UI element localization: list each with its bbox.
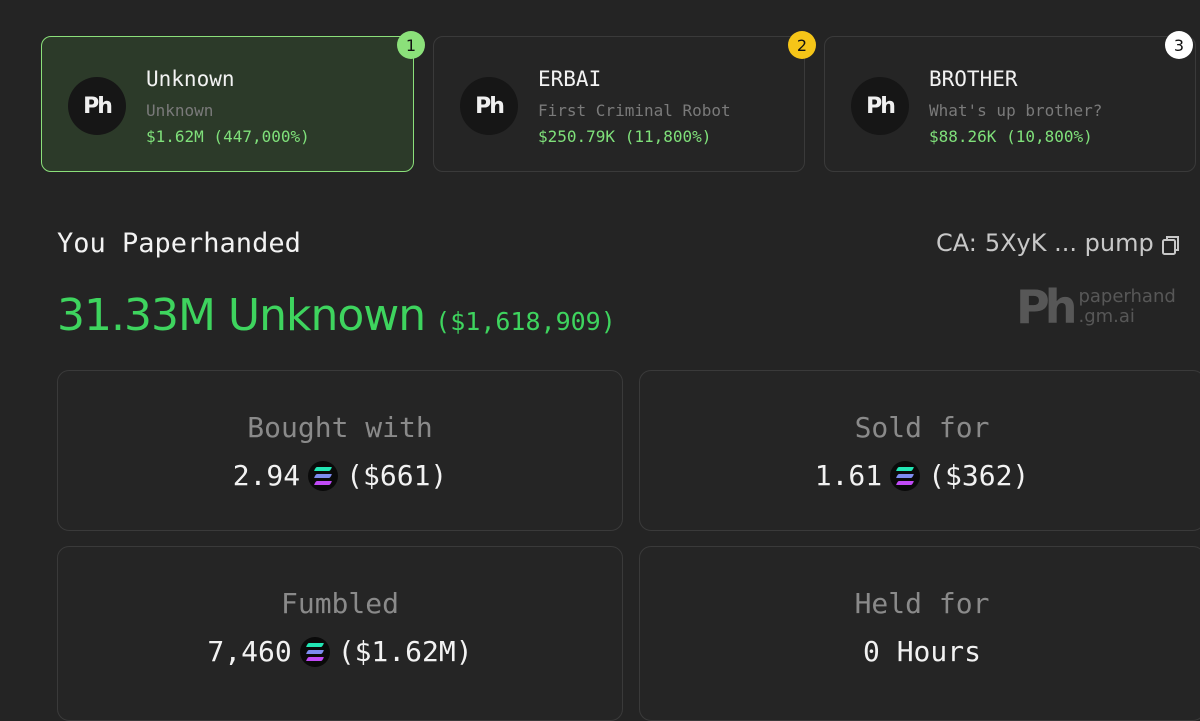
token-price: $250.79K (11,800%) bbox=[538, 127, 712, 146]
token-description: What's up brother? bbox=[929, 101, 1103, 120]
token-card-1[interactable]: Ph Unknown Unknown $1.62M (447,000%) 1 bbox=[41, 31, 425, 172]
contract-value: 5XyK ... pump bbox=[984, 229, 1154, 257]
token-card-2[interactable]: Ph ERBAI First Criminal Robot $250.79K (… bbox=[433, 31, 816, 172]
stat-label: Sold for bbox=[854, 411, 990, 444]
token-price: $1.62M (447,000%) bbox=[146, 127, 310, 146]
brand-watermark: Ph paperhand .gm.ai bbox=[1016, 280, 1176, 334]
token-name: Unknown bbox=[146, 67, 235, 91]
usd-amount: ($661) bbox=[346, 459, 448, 492]
solana-icon bbox=[890, 460, 921, 491]
stat-label: Held for bbox=[854, 587, 990, 620]
usd-amount: ($1.62M) bbox=[337, 635, 473, 668]
rank-badge: 1 bbox=[397, 31, 425, 59]
contract-address[interactable]: CA: 5XyK ... pump bbox=[936, 229, 1180, 257]
solana-icon bbox=[308, 460, 339, 491]
paperhanded-usd: ($1,618,909) bbox=[435, 307, 616, 336]
stat-label: Bought with bbox=[247, 411, 433, 444]
rank-badge: 3 bbox=[1165, 31, 1193, 59]
sol-amount: 2.94 bbox=[232, 459, 301, 492]
held-duration: 0 Hours bbox=[862, 635, 981, 668]
brand-name: paperhand bbox=[1078, 286, 1176, 307]
stat-label: Fumbled bbox=[280, 587, 399, 620]
token-description: First Criminal Robot bbox=[538, 101, 731, 120]
stat-value: 7,460 ($1.62M) bbox=[58, 635, 622, 668]
stat-value: 2.94 ($661) bbox=[58, 459, 622, 492]
token-name: BROTHER bbox=[929, 67, 1018, 91]
page-heading: You Paperhanded bbox=[57, 228, 301, 259]
rank-badge: 2 bbox=[788, 31, 816, 59]
sol-amount: 1.61 bbox=[814, 459, 883, 492]
token-logo: Ph bbox=[460, 77, 518, 135]
paperhanded-amount: 31.33M Unknown bbox=[57, 290, 426, 341]
token-logo: Ph bbox=[851, 77, 909, 135]
token-name: ERBAI bbox=[538, 67, 602, 91]
token-description: Unknown bbox=[146, 101, 214, 120]
stat-value: 1.61 ($362) bbox=[640, 459, 1200, 492]
token-price: $88.26K (10,800%) bbox=[929, 127, 1093, 146]
solana-icon bbox=[299, 636, 330, 667]
token-card-3[interactable]: Ph BROTHER What's up brother? $88.26K (1… bbox=[824, 31, 1196, 172]
stat-sold-for: Sold for 1.61 ($362) bbox=[639, 370, 1200, 531]
stat-value: 0 Hours bbox=[640, 635, 1200, 668]
token-logo: Ph bbox=[68, 77, 126, 135]
brand-domain: .gm.ai bbox=[1078, 306, 1135, 327]
stat-bought-with: Bought with 2.94 ($661) bbox=[57, 370, 623, 531]
contract-label: CA: bbox=[936, 229, 977, 257]
sol-amount: 7,460 bbox=[207, 635, 292, 668]
copy-icon[interactable] bbox=[1161, 233, 1180, 255]
brand-logo: Ph bbox=[1016, 280, 1078, 334]
paperhanded-summary: 31.33M Unknown ($1,618,909) bbox=[57, 290, 616, 341]
usd-amount: ($362) bbox=[928, 459, 1030, 492]
stat-fumbled: Fumbled 7,460 ($1.62M) bbox=[57, 546, 623, 721]
stat-held-for: Held for 0 Hours bbox=[639, 546, 1200, 721]
